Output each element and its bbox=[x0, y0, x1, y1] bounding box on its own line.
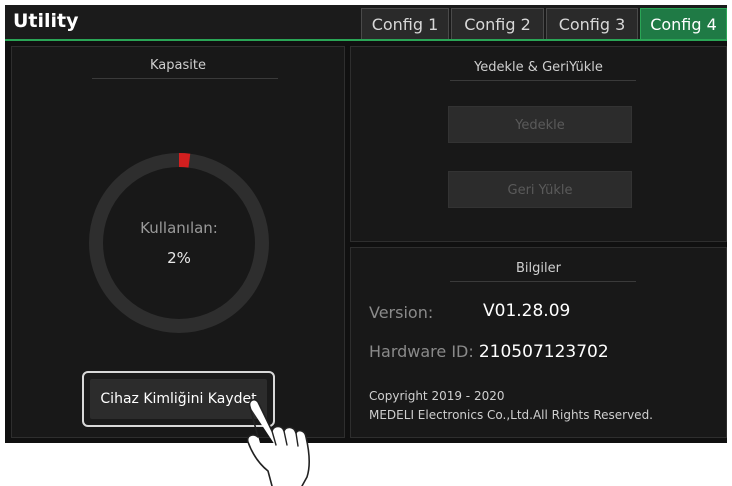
tab-config-4[interactable]: Config 4 bbox=[640, 8, 727, 39]
tab-config-1[interactable]: Config 1 bbox=[361, 8, 449, 39]
backup-restore-panel: Yedekle & GeriYükle bbox=[350, 46, 727, 242]
version-value-row: V01.28.09 bbox=[483, 301, 570, 321]
copyright-line-2: MEDELI Electronics Co.,Ltd.All Rights Re… bbox=[369, 408, 653, 422]
version-value: V01.28.09 bbox=[483, 301, 571, 321]
tab-config-3[interactable]: Config 3 bbox=[546, 8, 638, 39]
backup-button[interactable]: Yedekle bbox=[448, 106, 632, 143]
info-title-divider bbox=[450, 281, 636, 282]
gauge-track bbox=[89, 153, 269, 333]
hardware-id-label: Hardware ID: bbox=[369, 342, 474, 361]
page-title: Utility bbox=[13, 10, 79, 32]
used-value: 2% bbox=[167, 249, 191, 267]
backup-restore-title: Yedekle & GeriYükle bbox=[474, 60, 603, 75]
restore-button[interactable]: Geri Yükle bbox=[448, 171, 632, 208]
utility-screen: Utility Config 1 Config 2 Config 3 Confi… bbox=[5, 5, 727, 443]
info-title: Bilgiler bbox=[516, 261, 561, 276]
capacity-title-divider bbox=[92, 78, 278, 79]
title-bar: Utility Config 1 Config 2 Config 3 Confi… bbox=[5, 5, 727, 41]
hardware-id-value: 210507123702 bbox=[478, 342, 609, 362]
capacity-title: Kapasite bbox=[150, 58, 206, 73]
copyright-line-1: Copyright 2019 - 2020 bbox=[369, 389, 505, 403]
used-label: Kullanılan: bbox=[140, 219, 218, 237]
pointing-hand-icon bbox=[246, 399, 311, 486]
version-label: Version: bbox=[369, 303, 434, 322]
backup-title-divider bbox=[450, 80, 636, 81]
hardware-id-row: Hardware ID: 210507123702 bbox=[369, 342, 609, 362]
capacity-gauge bbox=[89, 153, 269, 333]
tab-config-2[interactable]: Config 2 bbox=[451, 8, 544, 39]
version-row: Version: bbox=[369, 303, 433, 322]
